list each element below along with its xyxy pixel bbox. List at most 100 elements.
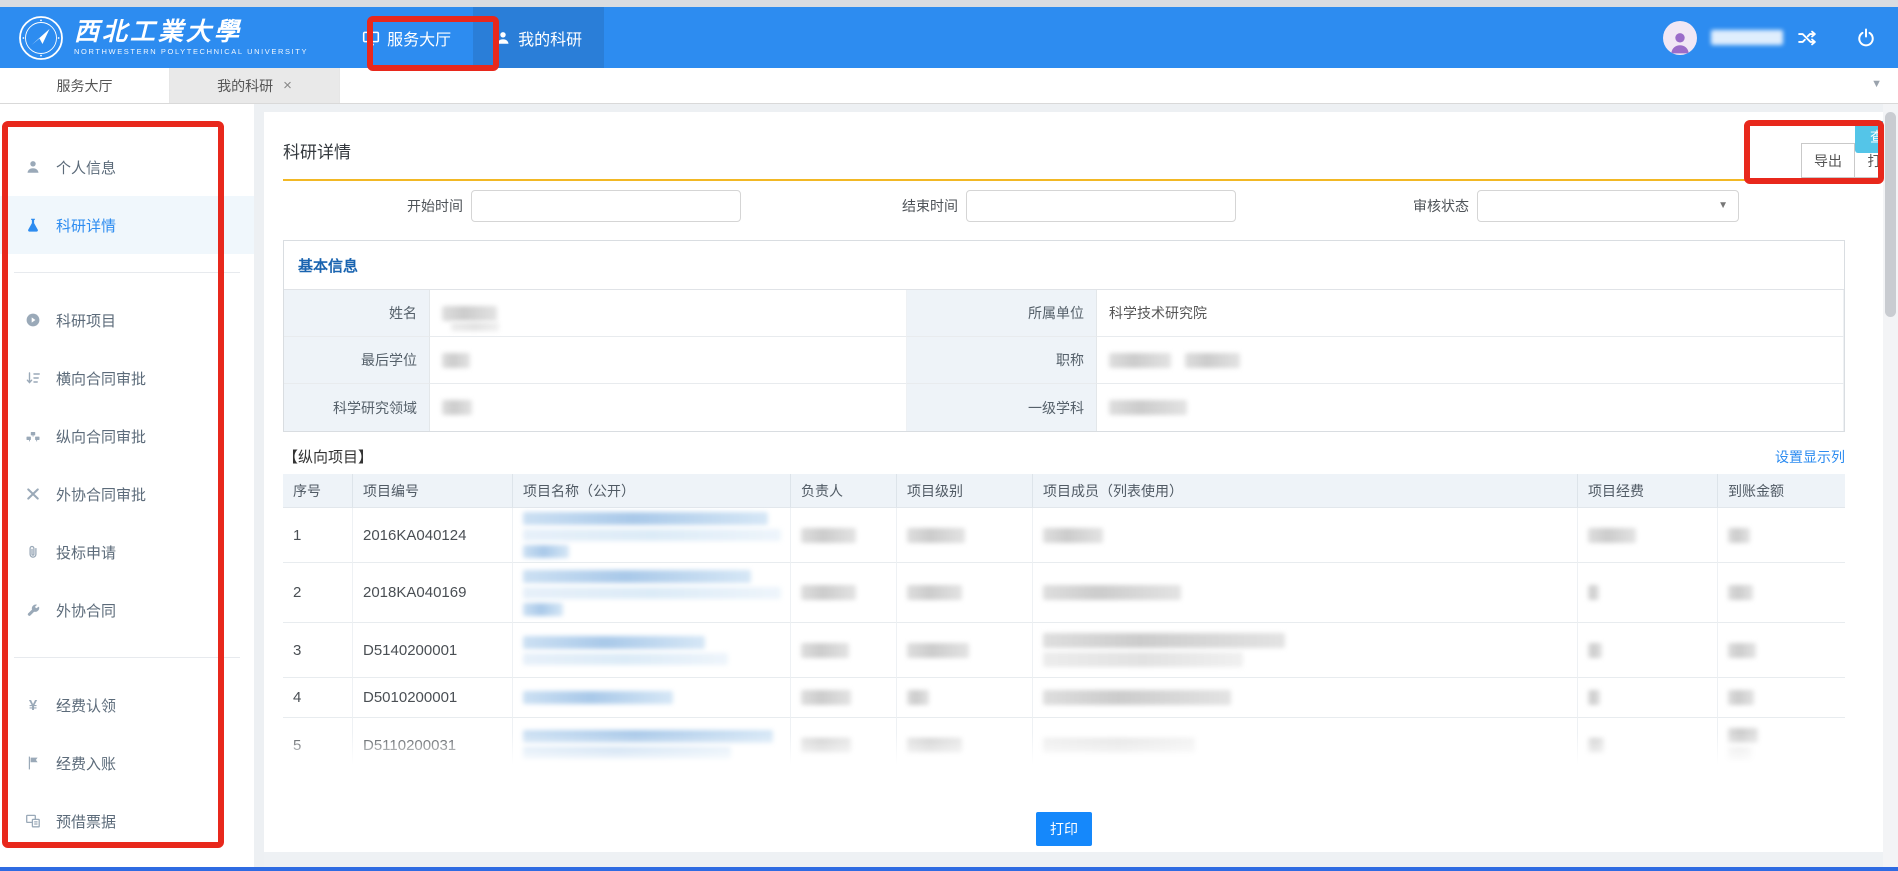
name-value [430,290,907,337]
audit-status-select[interactable]: ▼ [1477,190,1739,222]
sidebar-item-label: 横向合同审批 [56,368,146,389]
bottom-accent-line [0,867,1898,871]
close-icon[interactable]: × [283,77,292,94]
sidebar-item-label: 个人信息 [56,157,116,178]
user-avatar[interactable] [1663,21,1697,55]
column-header[interactable]: 负责人 [791,474,897,508]
project-level-redacted [897,563,1033,623]
project-level-redacted [897,623,1033,678]
sidebar-item-label: 科研项目 [56,310,116,331]
end-time-input[interactable] [966,190,1236,222]
column-header[interactable]: 项目级别 [897,474,1033,508]
sidebar-divider [14,657,240,658]
project-owner-redacted [791,508,897,563]
name-label: 姓名 [284,290,430,337]
start-time-label: 开始时间 [399,190,463,222]
start-time-input[interactable] [471,190,741,222]
discipline-value [1097,384,1844,431]
received-amount-redacted [1718,508,1845,563]
pipeline-icon [24,427,42,445]
received-amount-redacted [1718,623,1845,678]
sidebar-item-label: 纵向合同审批 [56,426,146,447]
sidebar-item-label: 科研详情 [56,215,116,236]
table-row: 3 D5140200001 [283,623,1845,678]
project-name-redacted[interactable] [513,678,791,718]
sidebar-item-vertical-contract-approval[interactable]: 纵向合同审批 [0,407,254,465]
row-index: 4 [283,678,353,718]
project-members-redacted [1033,508,1578,563]
sidebar: 个人信息 科研详情 科研项目 [0,104,254,867]
nav-my-research[interactable]: 我的科研 [473,7,604,68]
user-icon [495,30,511,46]
project-level-redacted [897,508,1033,563]
tab-service-hall[interactable]: 服务大厅 [0,68,170,103]
column-header[interactable]: 序号 [283,474,353,508]
chevron-down-icon[interactable]: ▼ [1871,78,1882,90]
project-level-redacted [897,678,1033,718]
export-button[interactable]: 导出 [1801,143,1855,178]
sidebar-item-advance-invoice[interactable]: 预借票据 [0,792,254,850]
column-header[interactable]: 项目成员（列表使用） [1033,474,1578,508]
degree-label: 最后学位 [284,337,430,384]
project-owner-redacted [791,718,897,773]
scrollbar-thumb[interactable] [1885,112,1896,317]
configure-columns-link[interactable]: 设置显示列 [1775,447,1845,467]
sidebar-item-funds-claim[interactable]: ¥ 经费认领 [0,676,254,734]
filter-row: 开始时间 结束时间 审核状态 ▼ [283,181,1845,240]
column-header[interactable]: 项目编号 [353,474,513,508]
column-header[interactable]: 项目名称（公开） [513,474,791,508]
switch-account-icon[interactable] [1797,29,1818,47]
sidebar-divider [14,272,240,273]
project-name-redacted[interactable] [513,563,791,623]
table-row: 4 D5010200001 [283,678,1845,718]
nav-label: 服务大厅 [387,26,451,50]
play-circle-icon [24,311,42,329]
field-value [430,384,907,431]
sidebar-item-bid-application[interactable]: 投标申请 [0,523,254,581]
project-name-redacted[interactable] [513,718,791,773]
tab-my-research[interactable]: 我的科研 × [170,68,340,103]
unit-value: 科学技术研究院 [1097,290,1844,337]
column-header[interactable]: 项目经费 [1578,474,1718,508]
nav-label: 我的科研 [518,26,582,50]
footer-strip [264,852,1883,867]
received-amount-redacted [1718,678,1845,718]
sidebar-item-outsourcing-contract[interactable]: 外协合同 [0,581,254,639]
yen-icon: ¥ [24,696,42,714]
project-members-redacted [1033,718,1578,773]
content-footer: 打印 [283,773,1845,852]
wrench-icon [24,601,42,619]
project-level-redacted [897,718,1033,773]
power-logout-icon[interactable] [1856,28,1876,48]
project-members-redacted [1033,623,1578,678]
sidebar-item-horizontal-contract-approval[interactable]: 横向合同审批 [0,349,254,407]
sidebar-item-personal-info[interactable]: 个人信息 [0,138,254,196]
sidebar-menu: 个人信息 科研详情 科研项目 [0,104,254,867]
column-header[interactable]: 到账金额 [1718,474,1845,508]
crossed-tools-icon [24,485,42,503]
project-fund-redacted [1578,718,1718,773]
sidebar-item-invoice-extension[interactable]: 发票延期申请 [0,850,254,867]
sidebar-item-label: 外协合同审批 [56,484,146,505]
table-header-row: 序号 项目编号 项目名称（公开） 负责人 项目级别 项目成员（列表使用） 项目经… [283,474,1845,508]
project-fund-redacted [1578,563,1718,623]
project-members-redacted [1033,678,1578,718]
row-index: 5 [283,718,353,773]
university-name-english: NORTHWESTERN POLYTECHNICAL UNIVERSITY [74,47,308,56]
project-name-redacted[interactable] [513,508,791,563]
sidebar-item-funds-posting[interactable]: 经费入账 [0,734,254,792]
sidebar-item-label: 预借票据 [56,811,116,832]
tab-label: 我的科研 [217,76,273,96]
sidebar-item-research-projects[interactable]: 科研项目 [0,291,254,349]
vertical-scrollbar[interactable] [1883,104,1898,867]
flag-book-icon [24,754,42,772]
sidebar-item-outsourcing-contract-approval[interactable]: 外协合同审批 [0,465,254,523]
application-window: 西北工業大學 NORTHWESTERN POLYTECHNICAL UNIVER… [0,0,1898,871]
table-row: 1 2016KA040124 [283,508,1845,563]
project-name-redacted[interactable] [513,623,791,678]
nav-service-hall[interactable]: 服务大厅 [340,7,473,68]
browser-edge-strip [0,0,1898,7]
sidebar-item-research-detail[interactable]: 科研详情 [0,196,254,254]
project-owner-redacted [791,678,897,718]
print-button-bottom[interactable]: 打印 [1036,812,1092,846]
